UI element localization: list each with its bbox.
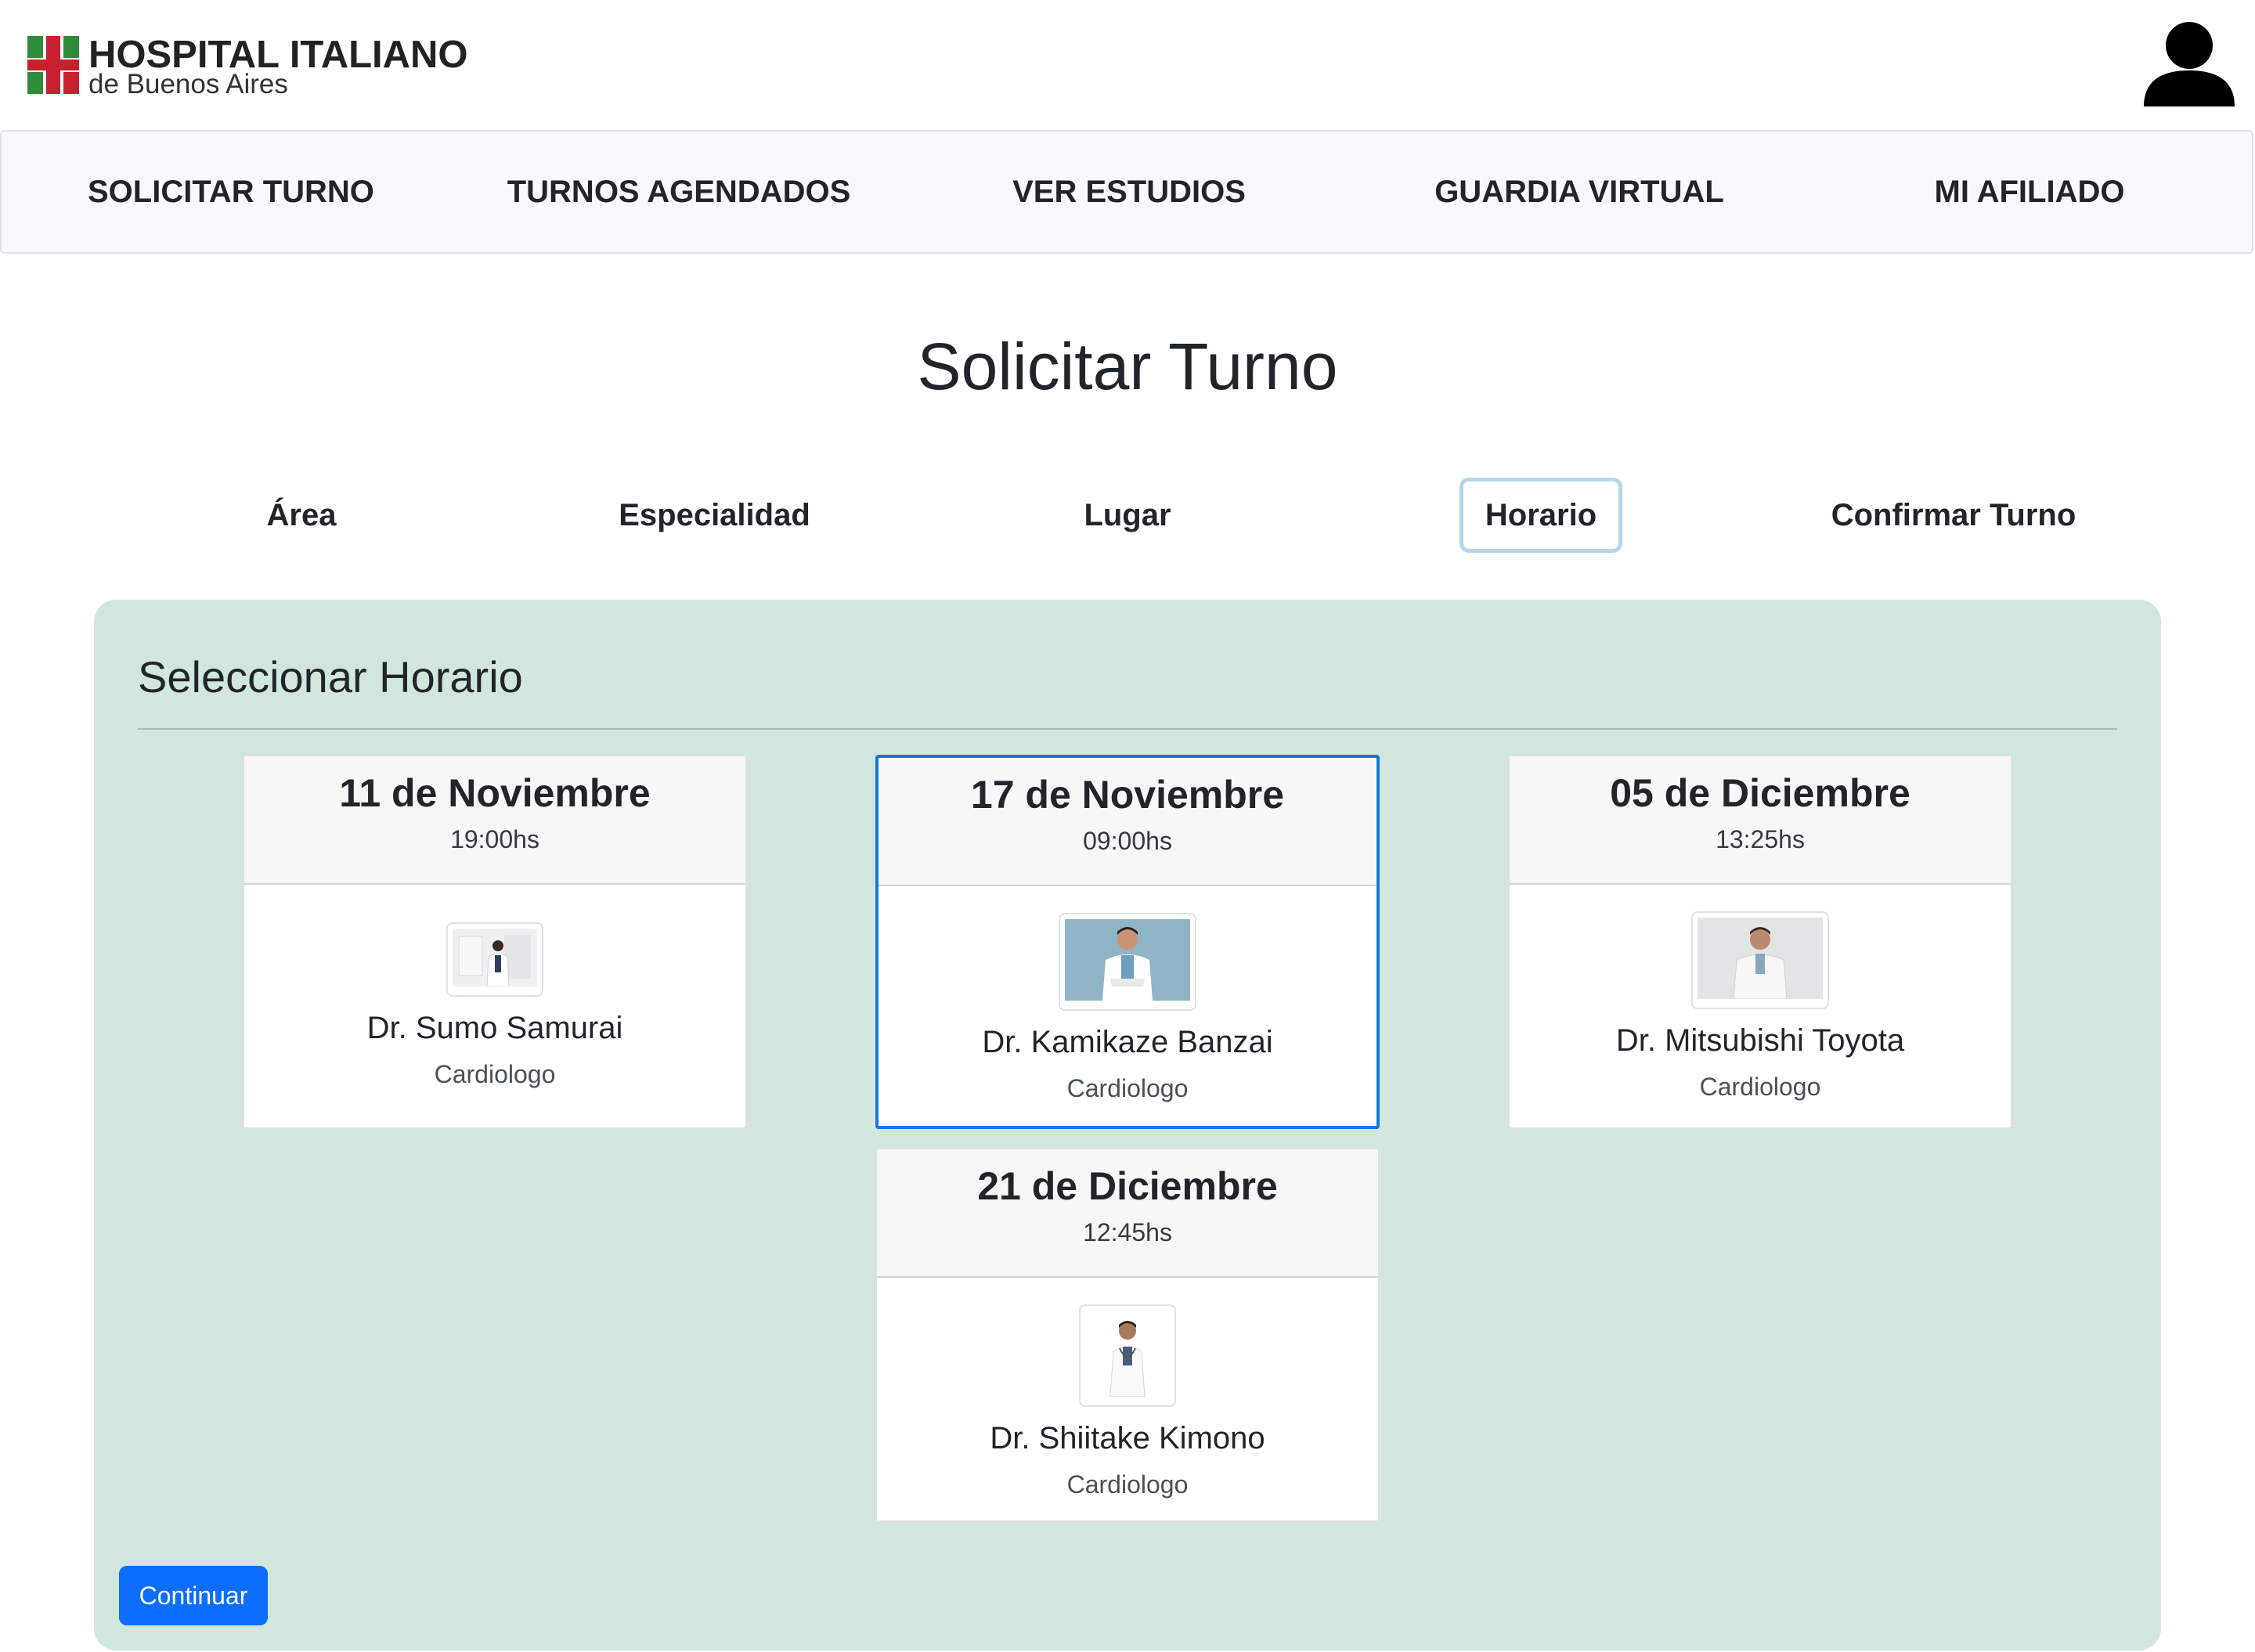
- doctor-specialty: Cardiologo: [434, 1060, 556, 1088]
- doctor-name: Dr. Kamikaze Banzai: [982, 1025, 1273, 1059]
- doctor-photo: [446, 922, 543, 997]
- doctor-photo-image: [1085, 1311, 1170, 1398]
- doctor-photo-image: [453, 929, 537, 987]
- doctor-name: Dr. Sumo Samurai: [366, 1011, 623, 1045]
- slot-time: 19:00hs: [450, 825, 539, 853]
- slot-card[interactable]: 11 de Noviembre 19:00hs Dr. Sumo Samurai…: [243, 755, 747, 1129]
- hospital-logo[interactable]: HOSPITAL ITALIANO de Buenos Aires: [27, 34, 468, 100]
- slot-card-header: 11 de Noviembre 19:00hs: [244, 756, 745, 885]
- doctor-name: Dr. Shiitake Kimono: [990, 1421, 1265, 1455]
- slot-card[interactable]: 05 de Diciembre 13:25hs Dr. Mitsubishi T…: [1508, 755, 2012, 1129]
- slot-time: 09:00hs: [1083, 827, 1172, 855]
- doctor-specialty: Cardiologo: [1699, 1073, 1821, 1101]
- divider: [138, 728, 2117, 730]
- slot-card-body: Dr. Kamikaze Banzai Cardiologo: [879, 886, 1376, 1103]
- step-horario[interactable]: Horario: [1459, 478, 1622, 553]
- slot-card-body: Dr. Shiitake Kimono Cardiologo: [877, 1278, 1378, 1499]
- slot-time: 13:25hs: [1716, 825, 1805, 853]
- slot-date: 05 de Diciembre: [1610, 771, 1910, 815]
- panel-title: Seleccionar Horario: [138, 652, 523, 702]
- nav-solicitar-turno[interactable]: SOLICITAR TURNO: [88, 132, 374, 252]
- doctor-photo: [1691, 911, 1829, 1009]
- continue-button[interactable]: Continuar: [119, 1566, 268, 1625]
- doctor-name: Dr. Mitsubishi Toyota: [1615, 1023, 1905, 1058]
- slot-card-header: 05 de Diciembre 13:25hs: [1510, 756, 2011, 885]
- nav-guardia-virtual[interactable]: GUARDIA VIRTUAL: [1434, 132, 1724, 252]
- doctor-photo-image: [1065, 919, 1190, 1001]
- nav-ver-estudios[interactable]: VER ESTUDIOS: [1004, 132, 1254, 252]
- slot-card-body: Dr. Sumo Samurai Cardiologo: [244, 885, 745, 1089]
- user-icon[interactable]: [2144, 22, 2235, 106]
- doctor-specialty: Cardiologo: [1066, 1470, 1189, 1499]
- slot-date: 11 de Noviembre: [339, 771, 651, 815]
- slot-date: 21 de Diciembre: [977, 1164, 1278, 1208]
- main-navbar: SOLICITAR TURNO TURNOS AGENDADOS VER EST…: [0, 130, 2253, 254]
- step-area[interactable]: Área: [235, 478, 368, 553]
- slot-card-body: Dr. Mitsubishi Toyota Cardiologo: [1510, 885, 2011, 1102]
- step-lugar[interactable]: Lugar: [1049, 478, 1206, 553]
- header: HOSPITAL ITALIANO de Buenos Aires: [0, 0, 2255, 130]
- slot-card-header: 21 de Diciembre 12:45hs: [877, 1149, 1378, 1278]
- doctor-specialty: Cardiologo: [1066, 1074, 1189, 1102]
- doctor-photo-image: [1698, 918, 1823, 1000]
- slot-card-selected[interactable]: 17 de Noviembre 09:00hs Dr. Kamikaze Ban…: [875, 755, 1380, 1129]
- nav-mi-afiliado[interactable]: MI AFILIADO: [1920, 132, 2139, 252]
- slot-card-header: 17 de Noviembre 09:00hs: [879, 758, 1376, 886]
- slot-time: 12:45hs: [1083, 1218, 1172, 1246]
- doctor-photo: [1079, 1304, 1176, 1407]
- page-title: Solicitar Turno: [917, 330, 1338, 403]
- step-especialidad[interactable]: Especialidad: [603, 478, 826, 553]
- doctor-photo: [1059, 913, 1196, 1011]
- slot-date: 17 de Noviembre: [970, 773, 1285, 817]
- nav-turnos-agendados[interactable]: TURNOS AGENDADOS: [503, 132, 855, 252]
- hospital-subtitle: de Buenos Aires: [88, 69, 288, 99]
- slot-card[interactable]: 21 de Diciembre 12:45hs Dr. Shiitake Kim…: [875, 1148, 1380, 1522]
- step-confirmar-turno[interactable]: Confirmar Turno: [1817, 478, 2091, 553]
- hospital-cross-logo-icon: [27, 36, 79, 94]
- schedule-panel: Seleccionar Horario 11 de Noviembre 19:0…: [94, 600, 2161, 1650]
